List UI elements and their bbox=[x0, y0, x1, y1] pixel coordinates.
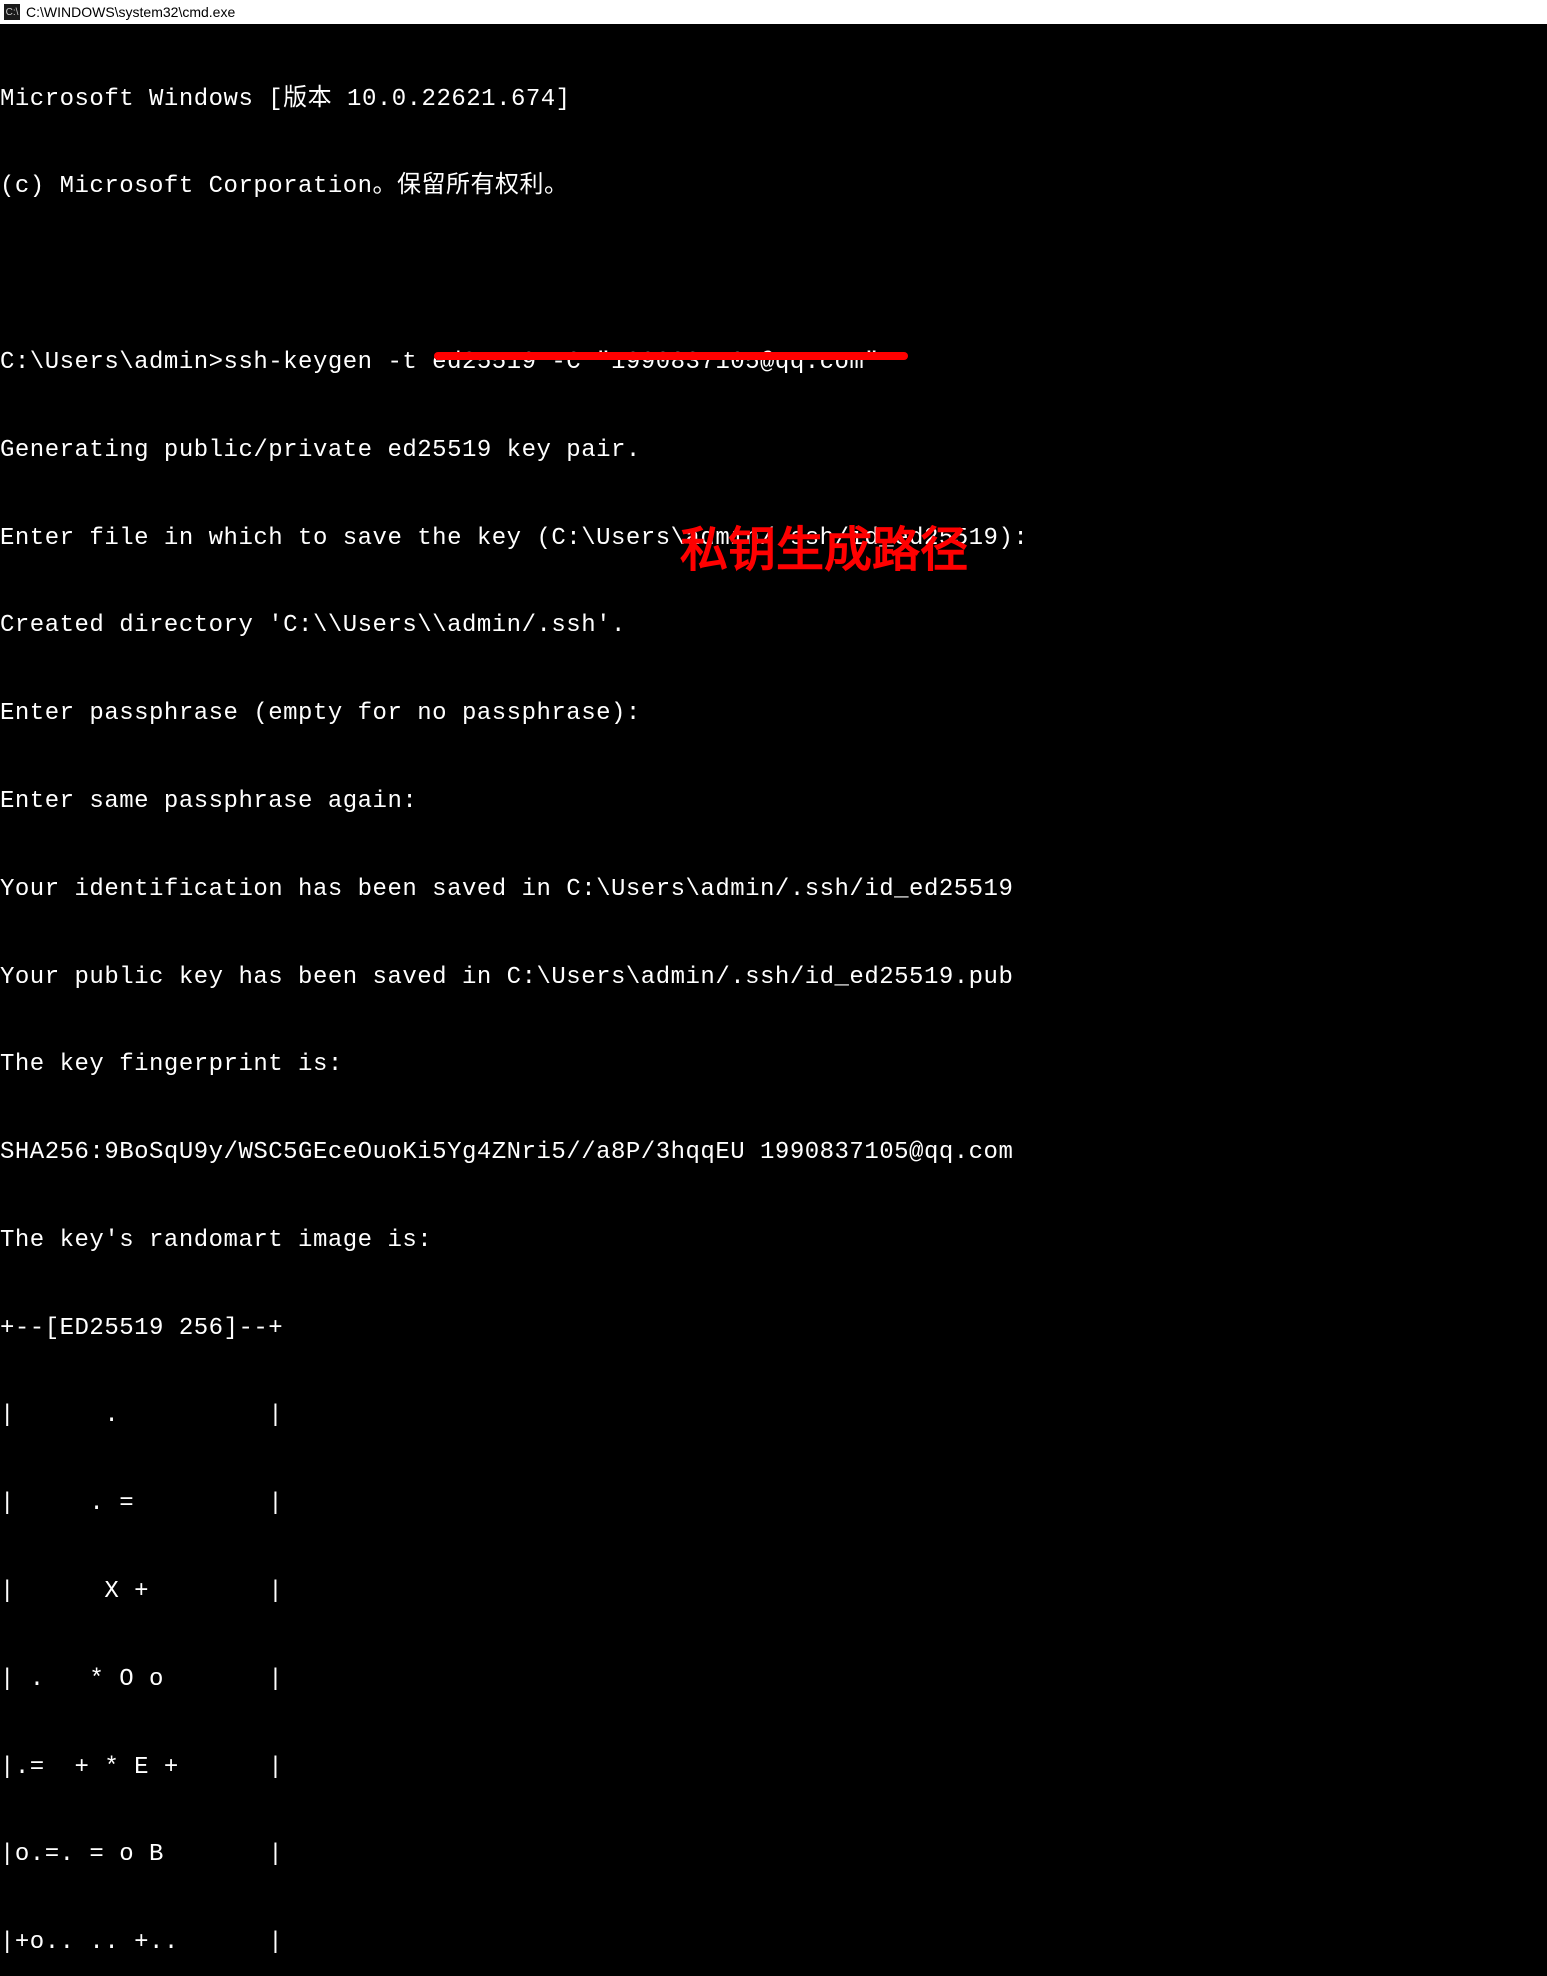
terminal-line: |.= + * E + | bbox=[0, 1753, 1547, 1782]
terminal-line: Generating public/private ed25519 key pa… bbox=[0, 436, 1547, 465]
terminal-line: Your public key has been saved in C:\Use… bbox=[0, 963, 1547, 992]
terminal-line bbox=[0, 260, 1547, 289]
window-title-bar: C:\ C:\WINDOWS\system32\cmd.exe bbox=[0, 0, 1547, 24]
terminal-line: Your identification has been saved in C:… bbox=[0, 875, 1547, 904]
terminal-line: Microsoft Windows [版本 10.0.22621.674] bbox=[0, 85, 1547, 114]
terminal-line: | . | bbox=[0, 1401, 1547, 1430]
terminal-line: The key fingerprint is: bbox=[0, 1050, 1547, 1079]
terminal-line: | . = | bbox=[0, 1489, 1547, 1518]
terminal-line: SHA256:9BoSqU9y/WSC5GEceOuoKi5Yg4ZNri5//… bbox=[0, 1138, 1547, 1167]
terminal-line: |+o.. .. +.. | bbox=[0, 1928, 1547, 1957]
terminal-line: | X + | bbox=[0, 1577, 1547, 1606]
terminal-line: Enter passphrase (empty for no passphras… bbox=[0, 699, 1547, 728]
annotation-underline bbox=[434, 352, 908, 360]
terminal-line: |o.=. = o B | bbox=[0, 1840, 1547, 1869]
terminal-output[interactable]: Microsoft Windows [版本 10.0.22621.674] (c… bbox=[0, 24, 1547, 1976]
terminal-line: Created directory 'C:\\Users\\admin/.ssh… bbox=[0, 611, 1547, 640]
terminal-line: Enter same passphrase again: bbox=[0, 787, 1547, 816]
window-title: C:\WINDOWS\system32\cmd.exe bbox=[26, 4, 235, 20]
terminal-line: | . * O o | bbox=[0, 1665, 1547, 1694]
terminal-line: (c) Microsoft Corporation。保留所有权利。 bbox=[0, 172, 1547, 201]
annotation-label: 私钥生成路径 bbox=[680, 510, 968, 580]
terminal-line: +--[ED25519 256]--+ bbox=[0, 1314, 1547, 1343]
cmd-icon: C:\ bbox=[4, 4, 20, 20]
terminal-line: The key's randomart image is: bbox=[0, 1226, 1547, 1255]
